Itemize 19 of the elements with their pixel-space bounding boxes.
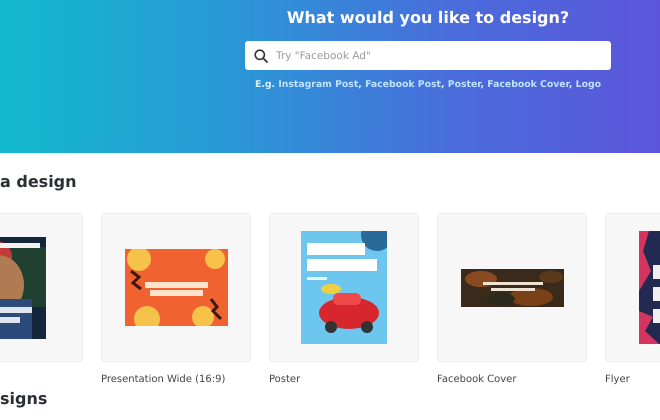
example-link[interactable]: Logo	[576, 79, 601, 90]
template-label: Presentation Wide (16:9)	[101, 373, 226, 387]
search-field[interactable]: Try "Facebook Ad"	[245, 41, 611, 70]
examples-label: E.g.	[254, 79, 276, 90]
section-heading: a design	[0, 171, 78, 193]
separator: ,	[568, 79, 572, 90]
heading: What would you like to design?	[286, 7, 570, 29]
example-link[interactable]: Facebook Post	[365, 79, 441, 90]
template-label: Facebook Cover	[437, 373, 518, 387]
example-link[interactable]: Facebook Cover	[487, 79, 569, 90]
example-link[interactable]: Instagram Post	[278, 79, 358, 90]
template-label: Flyer	[605, 373, 631, 387]
separator: ,	[441, 79, 445, 90]
section-heading: signs	[0, 389, 48, 409]
separator: ,	[480, 79, 484, 90]
example-link[interactable]: Poster	[448, 79, 480, 90]
template-card[interactable]	[437, 213, 587, 362]
separator: ,	[358, 79, 362, 90]
template-label: Poster	[269, 373, 302, 387]
